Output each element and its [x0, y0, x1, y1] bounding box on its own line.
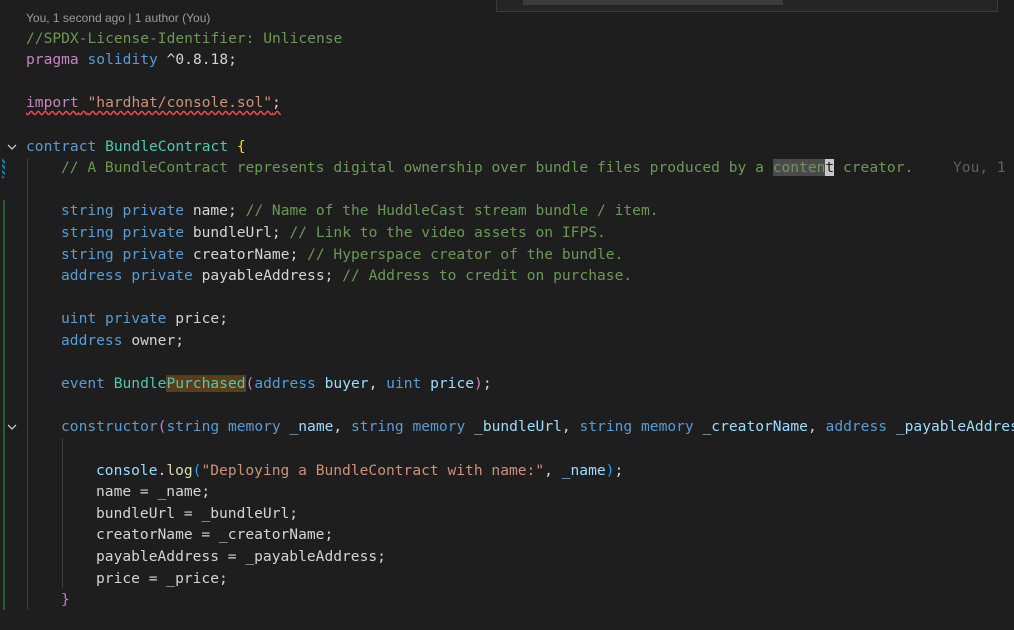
parameter: buyer [324, 375, 369, 392]
keyword: event [61, 375, 105, 392]
modifier: private [122, 202, 185, 219]
parameter: _name [289, 418, 334, 435]
modifier: private [131, 267, 193, 284]
keyword: constructor [61, 418, 158, 435]
comment-text: // Hyperspace creator of the bundle. [307, 246, 624, 263]
bracket: } [61, 591, 70, 608]
identifier: console [96, 462, 158, 479]
modifier: private [104, 310, 167, 327]
inline-blame: You, 1 [953, 159, 1006, 176]
parameter: _bundleUrl [474, 418, 562, 435]
code-line-7[interactable]: // A BundleContract represents digital o… [0, 158, 1014, 178]
identifier: solidity [87, 51, 158, 68]
parameter: price [430, 375, 475, 392]
cursor-char: t [825, 159, 835, 176]
code-line-27[interactable]: } [0, 590, 1014, 610]
type-keyword: address [825, 418, 888, 435]
type-keyword: string [579, 418, 633, 435]
code-line-10[interactable]: string private bundleUrl; // Link to the… [0, 223, 1014, 243]
code-line-21[interactable]: console.log("Deploying a BundleContract … [0, 461, 1014, 481]
modifier: memory [412, 418, 466, 435]
type-keyword: string [61, 246, 114, 263]
code-line-4[interactable]: import "hardhat/console.sol"; [0, 93, 1014, 113]
code-line-6[interactable]: contract BundleContract { [0, 137, 1014, 157]
codelens-blame-summary[interactable]: You, 1 second ago | 1 author (You) [26, 11, 210, 25]
code-line-17[interactable]: event BundlePurchased(address buyer, uin… [0, 374, 1014, 394]
keyword: pragma [26, 51, 79, 68]
modifier: private [122, 246, 185, 263]
punctuation: ; [272, 94, 281, 111]
chevron-down-icon[interactable] [6, 417, 20, 437]
find-input[interactable] [523, 0, 783, 5]
bracket: ) [474, 375, 483, 392]
code-line-26[interactable]: price = _price; [0, 569, 1014, 589]
type-keyword: uint [61, 310, 97, 327]
parameter: _payableAddress [895, 418, 1014, 435]
modifier: memory [641, 418, 694, 435]
find-widget [496, 0, 998, 12]
code-line-25[interactable]: payableAddress = _payableAddress; [0, 547, 1014, 567]
bracket: ( [245, 375, 255, 392]
type-keyword: string [351, 418, 404, 435]
identifier: bundleUrl; [192, 224, 281, 241]
parameter: _creatorName [702, 418, 808, 435]
punctuation: , [544, 462, 562, 479]
statement: bundleUrl = _bundleUrl; [96, 505, 299, 522]
comment-text: // Name of the HuddleCast stream bundle … [245, 202, 659, 219]
type-keyword: string [61, 224, 114, 241]
identifier: price; [175, 310, 228, 327]
punctuation: ; [614, 462, 624, 479]
comment-text: creator. [834, 159, 914, 176]
type-keyword: address [61, 332, 123, 349]
modifier: memory [227, 418, 281, 435]
modifier: private [122, 224, 185, 241]
type-keyword: uint [386, 375, 422, 392]
identifier: _name [561, 462, 606, 479]
punctuation: . [157, 462, 167, 479]
punctuation: ; [482, 375, 492, 392]
function-name: log [166, 462, 193, 479]
code-line-14[interactable]: uint private price; [0, 309, 1014, 329]
type-keyword: string [61, 202, 114, 219]
event-name: Bundle [113, 375, 167, 392]
statement: price = _price; [96, 570, 228, 587]
keyword: contract [26, 138, 97, 155]
chevron-down-icon[interactable] [6, 137, 20, 157]
code-line-2[interactable]: pragma solidity ^0.8.18; [0, 50, 1014, 70]
statement: payableAddress = _payableAddress; [96, 548, 386, 565]
code-line-11[interactable]: string private creatorName; // Hyperspac… [0, 245, 1014, 265]
comment-text: // A BundleContract represents digital o… [61, 159, 773, 176]
string-literal: "hardhat/console.sol" [87, 94, 273, 111]
type-keyword: address [254, 375, 316, 392]
identifier: owner; [131, 332, 185, 349]
identifier: creatorName; [192, 246, 299, 263]
string-literal: "Deploying a BundleContract with name:" [201, 462, 545, 479]
bracket: { [236, 138, 246, 155]
comment-text: // Address to credit on purchase. [342, 267, 633, 284]
identifier: payableAddress; [201, 267, 334, 284]
keyword: import [26, 94, 79, 111]
identifier: name; [192, 202, 237, 219]
code-line-12[interactable]: address private payableAddress; // Addre… [0, 266, 1014, 286]
code-line-9[interactable]: string private name; // Name of the Hudd… [0, 201, 1014, 221]
punctuation: , [368, 375, 387, 392]
code-line-1[interactable]: //SPDX-License-Identifier: Unlicense [0, 29, 1014, 49]
code-line-19[interactable]: constructor(string memory _name, string … [0, 417, 1014, 437]
find-match-highlight: conten [772, 159, 826, 176]
contract-name: BundleContract [105, 138, 229, 155]
type-keyword: address [61, 267, 123, 284]
statement: creatorName = _creatorName; [96, 526, 334, 543]
code-line-15[interactable]: address owner; [0, 331, 1014, 351]
code-line-23[interactable]: bundleUrl = _bundleUrl; [0, 504, 1014, 524]
comment-text: //SPDX-License-Identifier: Unlicense [26, 30, 343, 47]
type-keyword: string [166, 418, 220, 435]
comment-text: // Link to the video assets on IFPS. [289, 224, 606, 241]
code-line-22[interactable]: name = _name; [0, 482, 1014, 502]
code-line-24[interactable]: creatorName = _creatorName; [0, 525, 1014, 545]
word-highlight: Purchased [166, 375, 246, 392]
statement: name = _name; [96, 483, 211, 500]
version-text: ^0.8.18; [166, 51, 237, 68]
